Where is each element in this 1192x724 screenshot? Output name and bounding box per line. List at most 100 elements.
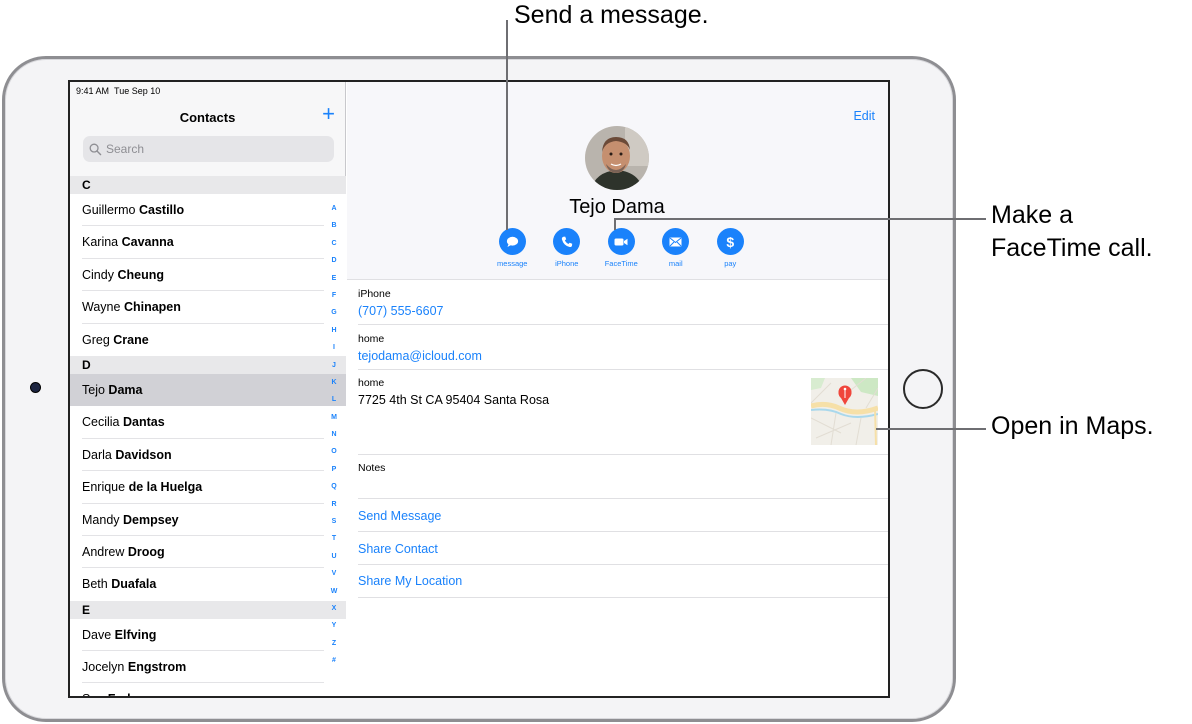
index-letter[interactable]: E (332, 270, 337, 287)
search-field[interactable] (83, 136, 334, 162)
index-letter[interactable]: Y (332, 617, 337, 634)
share-contact-link[interactable]: Share Contact (358, 542, 438, 556)
contact-row[interactable]: Enrique de la Huelga (70, 471, 346, 504)
message-action[interactable]: message (485, 228, 540, 268)
contact-row[interactable]: Beth Duafala (70, 568, 346, 601)
phone-label: iPhone (358, 288, 391, 300)
contact-row[interactable]: Andrew Droog (70, 535, 346, 569)
index-letter[interactable]: J (332, 357, 336, 374)
mail-label: mail (668, 259, 683, 268)
index-letter[interactable]: # (332, 652, 336, 669)
index-letter[interactable]: K (331, 374, 336, 391)
address-value[interactable]: 7725 4th St CA 95404 Santa Rosa (358, 393, 888, 407)
phone-number[interactable]: (707) 555-6607 (358, 304, 888, 318)
index-letter[interactable]: V (332, 565, 337, 582)
contact-detail: Edit Tejo Dama message iPhone FaceTime m… (347, 82, 888, 696)
contact-row[interactable]: Wayne Chinapen (70, 291, 346, 324)
contact-last-name: Chinapen (123, 300, 181, 315)
index-letter[interactable]: M (331, 409, 337, 426)
callout-line-maps (876, 428, 986, 430)
send-message-link[interactable]: Send Message (358, 509, 441, 523)
index-letter[interactable]: W (331, 583, 338, 600)
section-header: D (70, 355, 346, 374)
index-letter[interactable]: B (331, 217, 336, 234)
edit-button[interactable]: Edit (853, 109, 875, 123)
facetime-action[interactable]: FaceTime (594, 228, 649, 268)
email-address[interactable]: tejodama@icloud.com (358, 349, 888, 363)
contact-first-name: Beth (82, 577, 108, 592)
dollar-icon: $ (726, 233, 735, 250)
index-letter[interactable]: H (331, 322, 336, 339)
index-letter[interactable]: Q (331, 478, 336, 495)
contact-first-name: Andrew (82, 544, 125, 559)
contact-row[interactable]: Karina Cavanna (70, 226, 346, 260)
index-letter[interactable]: I (333, 339, 335, 356)
message-label: message (497, 259, 528, 268)
index-letter[interactable]: S (332, 513, 337, 530)
sidebar-title: Contacts (179, 110, 236, 125)
divider (358, 531, 888, 532)
contact-row-selected[interactable]: Tejo Dama (70, 373, 346, 407)
time-text: 9:41 AM (76, 86, 110, 96)
section-header: E (70, 600, 346, 619)
contact-first-name: Guillermo (82, 203, 136, 217)
contact-row[interactable]: Sue Fraley (70, 683, 346, 696)
contact-row[interactable]: Guillermo Castillo (70, 194, 346, 227)
search-icon (89, 143, 102, 155)
status-time: 9:41 AM Tue Sep 10 (76, 86, 160, 96)
contact-row[interactable]: Mandy Dempsey (70, 503, 346, 537)
add-contact-button[interactable]: + (322, 103, 335, 125)
contact-name: Tejo Dama (569, 196, 665, 218)
contact-row[interactable]: Jocelyn Engstrom (70, 651, 346, 684)
notes-field[interactable]: Notes (358, 462, 888, 474)
search-input[interactable] (106, 142, 306, 156)
index-letter[interactable]: G (331, 304, 336, 321)
contact-row[interactable]: Cecilia Dantas (70, 406, 346, 440)
video-icon (614, 238, 628, 245)
index-letter[interactable]: T (332, 530, 336, 547)
home-button[interactable] (903, 369, 943, 409)
contact-last-name: Droog (127, 544, 165, 559)
contact-row[interactable]: Greg Crane (70, 323, 346, 356)
index-letter[interactable]: A (331, 200, 336, 217)
index-letter[interactable]: X (332, 600, 337, 617)
iphone-label: iPhone (555, 259, 579, 268)
map-thumbnail[interactable] (811, 378, 878, 445)
address-field: home 7725 4th St CA 95404 Santa Rosa (358, 377, 888, 407)
index-letter[interactable]: O (331, 443, 336, 460)
index-letter[interactable]: C (331, 235, 336, 252)
alphabet-index[interactable]: A B C D E F G H I J K L M N O P Q R S T U V W X Y Z # (329, 200, 339, 670)
contact-first-name: Cindy (82, 267, 114, 282)
divider (358, 454, 888, 455)
contact-last-name: Elfving (114, 627, 157, 642)
index-letter[interactable]: Z (332, 635, 336, 652)
index-letter[interactable]: P (332, 461, 337, 478)
avatar (585, 126, 649, 190)
mail-action[interactable]: mail (649, 228, 704, 268)
address-label: home (358, 377, 385, 389)
call-action[interactable]: iPhone (540, 228, 595, 268)
contact-last-name: Dantas (123, 415, 165, 430)
contact-first-name: Cecilia (82, 415, 120, 430)
contact-row[interactable]: Dave Elfving (70, 618, 346, 652)
share-location-link[interactable]: Share My Location (358, 574, 462, 588)
index-letter[interactable]: N (331, 426, 336, 443)
divider (358, 597, 888, 598)
contact-row[interactable]: Darla Davidson (70, 438, 346, 472)
pay-action[interactable]: $ pay (703, 228, 758, 268)
callout-line-message (506, 20, 508, 230)
map-icon (811, 378, 878, 445)
screen: 9:41 AM Tue Sep 10 Contacts + C Guillermo… (68, 80, 890, 698)
message-icon (506, 236, 518, 247)
callout-facetime: Make a FaceTime call. (991, 199, 1153, 264)
contact-list: C Guillermo Castillo Karina Cavanna Cindy C… (70, 176, 346, 696)
index-letter[interactable]: U (331, 548, 336, 565)
contact-first-name: Wayne (82, 300, 121, 315)
divider (358, 498, 888, 499)
index-letter[interactable]: L (332, 391, 336, 408)
index-letter[interactable]: D (331, 252, 336, 269)
index-letter[interactable]: R (331, 496, 336, 513)
index-letter[interactable]: F (332, 287, 336, 304)
notes-label: Notes (358, 462, 386, 474)
contact-row[interactable]: Cindy Cheung (70, 258, 346, 292)
